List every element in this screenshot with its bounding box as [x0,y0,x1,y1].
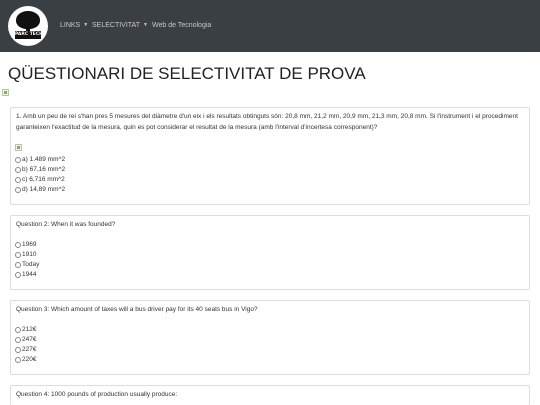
nav-links-label: LINKS [60,22,81,29]
answer-option[interactable]: 1969 [15,240,36,249]
option-label: 1969 [22,241,37,248]
radio-button[interactable] [15,336,21,343]
answer-option[interactable]: c) 6,716 mm^2 [15,175,65,184]
question-text: Question 3: Which amount of taxes will a… [16,306,258,313]
answer-option[interactable]: a) 1.489 mm^2 [15,155,65,164]
caret-down-icon: ▼ [142,22,148,28]
page-title: QÜESTIONARI DE SELECTIVITAT DE PROVA [8,64,366,83]
answer-option[interactable]: 220€ [15,355,36,364]
site-logo[interactable]: PARC TECH [8,6,48,46]
option-label: 1910 [22,251,37,258]
radio-button[interactable] [15,186,21,193]
option-label: 1944 [22,271,37,278]
answer-option[interactable]: 227€ [15,345,36,354]
option-label: Today [22,261,40,268]
nav-selectivitat-dropdown[interactable]: SELECTIVITAT ▼ [92,21,148,30]
option-label: 247€ [22,336,37,343]
answer-option[interactable]: d) 14,89 mm^2 [15,185,65,194]
logo-text: PARC TECH [15,31,41,39]
answer-option[interactable]: 1944 [15,270,36,279]
caret-down-icon: ▼ [83,22,89,28]
question-card-3: Question 3: Which amount of taxes will a… [10,300,530,375]
option-label: d) 14,89 mm^2 [22,186,66,193]
question-image-icon [15,144,22,151]
option-label: a) 1.489 mm^2 [22,156,66,163]
nav-links-dropdown[interactable]: LINKS ▼ [60,21,88,30]
answer-option[interactable]: 247€ [15,335,36,344]
radio-button[interactable] [15,261,21,268]
option-label: 227€ [22,346,37,353]
question-text: Question 4: 1000 pounds of production us… [16,391,178,398]
nav-selectivitat-label: SELECTIVITAT [92,22,140,29]
answer-option[interactable]: 212€ [15,325,36,334]
option-label: b) 67,16 mm^2 [22,166,66,173]
option-label: 212€ [22,326,37,333]
question-text: 1. Amb un peu de rei s'han pres 5 mesure… [16,113,518,131]
option-label: 220€ [22,356,37,363]
radio-button[interactable] [15,241,21,248]
radio-button[interactable] [15,356,21,363]
radio-button[interactable] [15,271,21,278]
answer-option[interactable]: Today [15,260,39,269]
radio-button[interactable] [15,176,21,183]
question-card-4: Question 4: 1000 pounds of production us… [10,385,530,405]
navbar: PARC TECH LINKS ▼ SELECTIVITAT ▼ Web de Te… [0,0,540,52]
question-card-1: 1. Amb un peu de rei s'han pres 5 mesure… [10,107,530,205]
radio-button[interactable] [15,346,21,353]
question-card-2: Question 2: When it was founded? 1969 19… [10,215,530,290]
answer-option[interactable]: 1910 [15,250,36,259]
question-text: Question 2: When it was founded? [16,221,116,228]
answer-option[interactable]: b) 67,16 mm^2 [15,165,65,174]
nav-web-tecnologia-link[interactable]: Web de Tecnologia [152,21,211,30]
radio-button[interactable] [15,326,21,333]
option-label: c) 6,716 mm^2 [22,176,65,183]
radio-button[interactable] [15,156,21,163]
broken-image-icon [2,89,9,96]
radio-button[interactable] [15,166,21,173]
radio-button[interactable] [15,251,21,258]
